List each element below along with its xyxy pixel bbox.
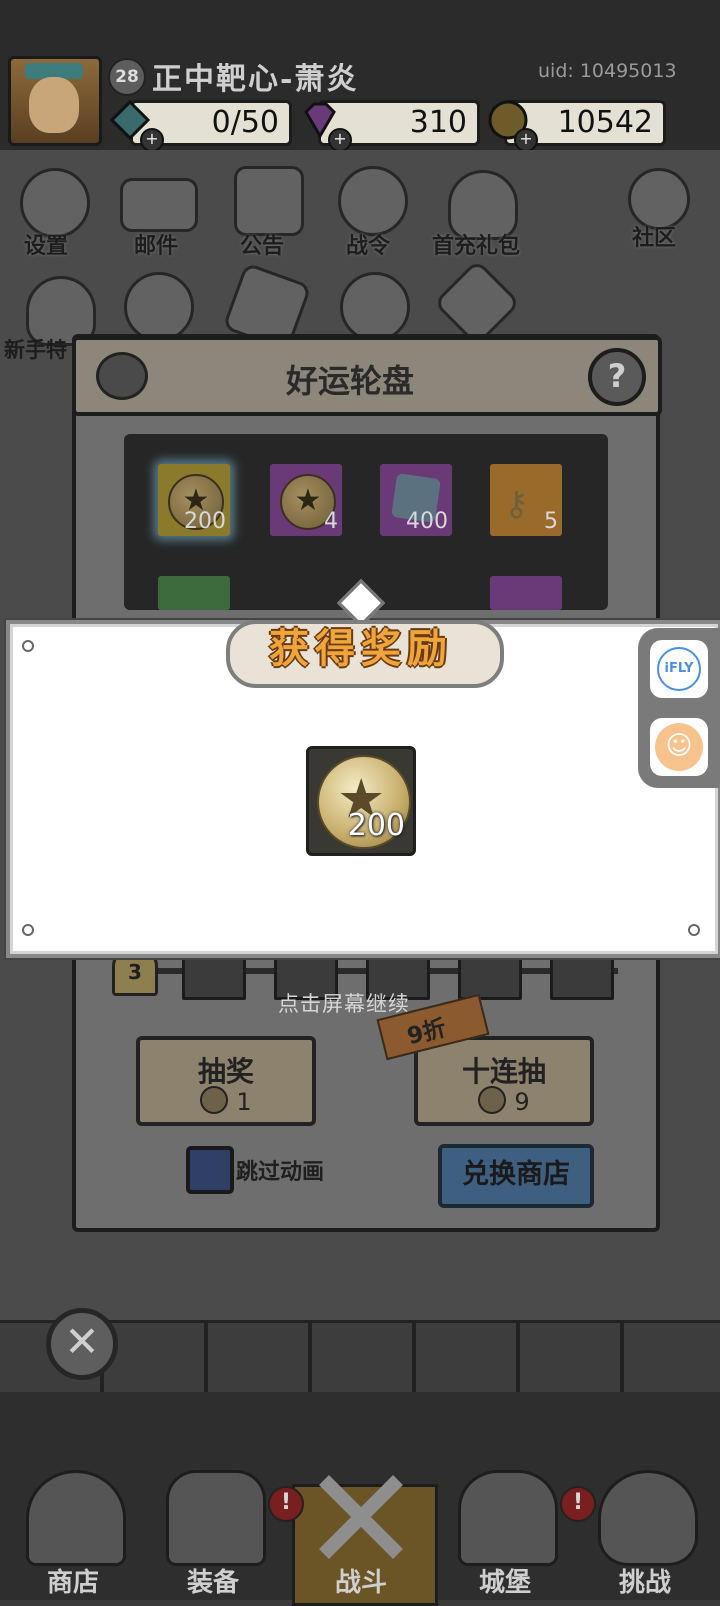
nav-shop[interactable]: 商店	[8, 1470, 138, 1600]
menu-newbie-label: 新手特	[4, 338, 67, 362]
accessibility-icon: ☺	[655, 723, 703, 771]
nav-battle-label: 战斗	[334, 1568, 387, 1598]
key-icon: ⚷	[504, 484, 529, 524]
prize-count: 400	[406, 509, 448, 534]
nav-castle-label: 城堡	[478, 1568, 531, 1598]
shield-icon	[598, 1470, 698, 1566]
reward-item-count: 200	[347, 808, 405, 843]
nav-castle[interactable]: 城堡	[440, 1470, 570, 1600]
nav-challenge-label: 挑战	[618, 1568, 671, 1598]
draw-ten-cost: 9	[418, 1086, 590, 1116]
prize-tile-partial	[158, 576, 230, 610]
menu-settings-label: 设置	[24, 234, 69, 259]
draw-ten-label: 十连抽	[461, 1055, 546, 1088]
mail-envelope-icon[interactable]	[120, 178, 198, 232]
gold-value: 10542	[557, 105, 653, 140]
crossed-swords-icon	[314, 1470, 408, 1560]
reward-title: 获得奖励	[269, 625, 453, 672]
coin-icon	[200, 1086, 229, 1114]
corner-rivet	[688, 924, 700, 936]
nav-equipment[interactable]: 装备	[148, 1470, 278, 1600]
round-token-icon[interactable]	[340, 272, 410, 342]
player-name: 正中靶心-萧炎	[152, 62, 359, 97]
player-uid: uid: 10495013	[538, 60, 677, 82]
menu-battlepass-label: 战令	[346, 234, 391, 259]
add-gold-button[interactable]: +	[514, 128, 538, 152]
accessibility-button[interactable]: ☺	[650, 718, 708, 776]
draw-once-label: 抽奖	[197, 1055, 254, 1088]
backpack-icon	[166, 1470, 266, 1566]
skip-animation-label: 跳过动画	[236, 1160, 325, 1185]
laurel-wreath-icon[interactable]	[124, 272, 194, 342]
prize-tile: ★ 200	[158, 464, 230, 536]
ifly-logo: iFLY	[657, 647, 701, 691]
menu-first-recharge-label: 首充礼包	[432, 234, 521, 259]
tap-to-continue-hint: 点击屏幕继续	[278, 992, 410, 1016]
player-avatar[interactable]	[8, 56, 102, 146]
menu-mail-label: 邮件	[134, 234, 179, 259]
prize-count: 4	[324, 509, 338, 534]
prize-count: 200	[184, 509, 226, 534]
wheel-gear-icon	[96, 352, 148, 400]
draw-once-cost: 1	[140, 1086, 312, 1116]
draw-ten-button[interactable]: 十连抽 9	[414, 1036, 594, 1126]
prize-tile-partial	[490, 576, 562, 610]
menu-notice-label: 公告	[240, 234, 285, 259]
battle-pass-orb-icon[interactable]	[338, 166, 408, 236]
add-gems-button[interactable]: +	[328, 128, 352, 152]
castle-hat-icon	[458, 1470, 558, 1566]
exchange-shop-button[interactable]: 兑换商店	[438, 1144, 594, 1208]
ifly-button[interactable]: iFLY	[650, 640, 708, 698]
help-button[interactable]: ?	[588, 348, 646, 406]
avatar-face	[29, 77, 79, 133]
nav-challenge[interactable]: 挑战	[580, 1470, 710, 1600]
coin-icon	[478, 1086, 507, 1114]
gems-value: 310	[409, 105, 467, 140]
corner-rivet	[22, 640, 34, 652]
level-badge: 28	[108, 58, 146, 96]
draw-once-button[interactable]: 抽奖 1	[136, 1036, 316, 1126]
lucky-wheel-title: 好运轮盘	[286, 362, 415, 400]
close-button[interactable]: ✕	[46, 1308, 118, 1380]
prize-tile: ★ 4	[270, 464, 342, 536]
nav-equipment-label: 装备	[186, 1568, 239, 1598]
shop-hut-icon	[26, 1470, 126, 1566]
skip-animation-checkbox[interactable]	[186, 1146, 234, 1194]
nav-battle[interactable]: 战斗	[296, 1470, 426, 1600]
notice-scroll-icon[interactable]	[234, 166, 304, 236]
add-energy-button[interactable]: +	[140, 128, 164, 152]
corner-rivet	[22, 924, 34, 936]
energy-value: 0/50	[211, 105, 279, 140]
prize-count: 5	[544, 509, 558, 534]
prize-tile: ⚷ 5	[490, 464, 562, 536]
reward-item-slot[interactable]: ★ 200	[306, 746, 416, 856]
prize-tile: 400	[380, 464, 452, 536]
nav-shop-label: 商店	[46, 1568, 99, 1598]
discount-label: 9折	[404, 1015, 449, 1051]
menu-community-label: 社区	[632, 226, 677, 251]
